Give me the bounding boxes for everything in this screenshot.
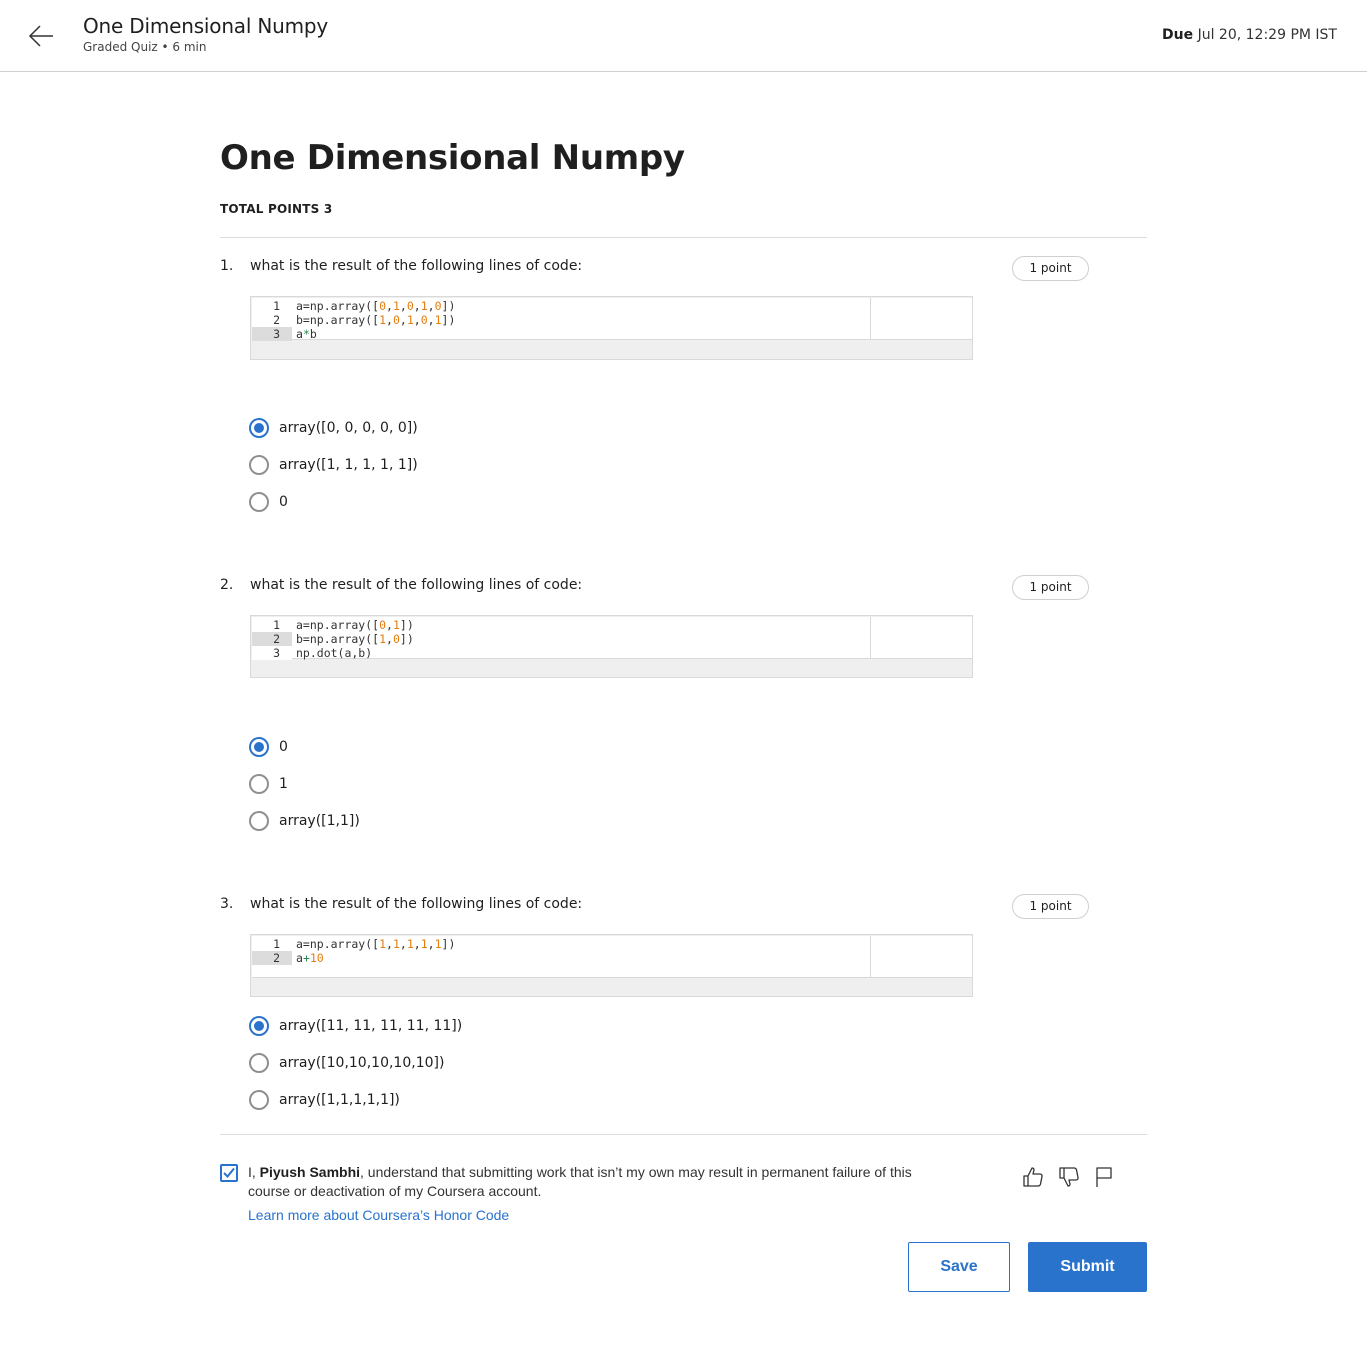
line-number: 1 bbox=[252, 937, 292, 951]
code-output-panel bbox=[871, 617, 972, 659]
radio-button[interactable] bbox=[249, 774, 269, 794]
answer-option[interactable]: array([10,10,10,10,10]) bbox=[249, 1052, 444, 1074]
code-block: 1 a=np.array([1,1,1,1,1]) 2 a+10 bbox=[250, 934, 973, 997]
line-number: 2 bbox=[252, 632, 292, 646]
question-number: 2. bbox=[220, 577, 234, 593]
code-line: 3 np.dot(a,b) bbox=[252, 646, 870, 660]
answer-option[interactable]: array([1,1]) bbox=[249, 810, 360, 832]
divider bbox=[220, 237, 1147, 238]
option-label: array([10,10,10,10,10]) bbox=[279, 1055, 445, 1071]
radio-button[interactable] bbox=[249, 418, 269, 438]
code-text: a=np.array([1,1,1,1,1]) bbox=[296, 937, 456, 951]
code-text: a*b bbox=[296, 327, 317, 341]
answer-option[interactable]: array([11, 11, 11, 11, 11]) bbox=[249, 1015, 462, 1037]
thumbs-up-icon[interactable] bbox=[1021, 1165, 1045, 1189]
total-points: TOTAL POINTS 3 bbox=[220, 202, 333, 216]
code-output-panel bbox=[871, 936, 972, 978]
code-block: 1 a=np.array([0,1]) 2 b=np.array([1,0]) 3n… bbox=[250, 615, 973, 678]
header-subtitle: Graded Quiz • 6 min bbox=[83, 40, 207, 54]
code-line: 1 a=np.array([0,1,0,1,0]) bbox=[252, 299, 870, 313]
option-label: array([11, 11, 11, 11, 11]) bbox=[279, 1018, 463, 1034]
code-text: a=np.array([0,1,0,1,0]) bbox=[296, 299, 456, 313]
header-title: One Dimensional Numpy bbox=[83, 14, 329, 38]
back-arrow-icon[interactable] bbox=[26, 20, 58, 52]
points-badge: 1 point bbox=[1012, 575, 1089, 600]
radio-button[interactable] bbox=[249, 455, 269, 475]
code-text: b=np.array([1,0,1,0,1]) bbox=[296, 313, 456, 327]
points-badge: 1 point bbox=[1012, 256, 1089, 281]
answer-option[interactable]: 1 bbox=[249, 773, 288, 795]
code-editor[interactable]: 1 a=np.array([1,1,1,1,1]) 2 a+10 bbox=[252, 936, 871, 978]
code-block: 1 a=np.array([0,1,0,1,0]) 2 b=np.array([1,… bbox=[250, 296, 973, 360]
honor-code-statement: I, Piyush Sambhi, understand that submit… bbox=[248, 1163, 928, 1201]
code-text: a+10 bbox=[296, 951, 324, 965]
radio-button[interactable] bbox=[249, 492, 269, 512]
save-button[interactable]: Save bbox=[908, 1242, 1010, 1292]
code-output-panel bbox=[871, 298, 972, 340]
line-number: 2 bbox=[252, 951, 292, 965]
code-line: 2 b=np.array([1,0,1,0,1]) bbox=[252, 313, 870, 327]
page-title: One Dimensional Numpy bbox=[220, 138, 685, 178]
radio-button[interactable] bbox=[249, 1053, 269, 1073]
answer-option[interactable]: array([0, 0, 0, 0, 0]) bbox=[249, 417, 418, 439]
question-prompt: what is the result of the following line… bbox=[250, 577, 583, 593]
thumbs-down-icon[interactable] bbox=[1057, 1165, 1081, 1189]
option-label: array([1,1,1,1,1]) bbox=[279, 1092, 400, 1108]
question-prompt: what is the result of the following line… bbox=[250, 258, 583, 274]
line-number: 2 bbox=[252, 313, 292, 327]
line-number: 1 bbox=[252, 618, 292, 632]
flag-icon[interactable] bbox=[1092, 1165, 1116, 1189]
answer-option[interactable]: array([1,1,1,1,1]) bbox=[249, 1089, 400, 1111]
learner-name: Piyush Sambhi bbox=[259, 1164, 361, 1180]
option-label: 0 bbox=[279, 739, 288, 755]
line-number: 3 bbox=[252, 646, 292, 660]
top-bar: One Dimensional Numpy Graded Quiz • 6 mi… bbox=[0, 0, 1367, 72]
radio-button[interactable] bbox=[249, 1016, 269, 1036]
code-line: 1 a=np.array([0,1]) bbox=[252, 618, 870, 632]
answer-option[interactable]: array([1, 1, 1, 1, 1]) bbox=[249, 454, 418, 476]
code-line: 2 b=np.array([1,0]) bbox=[252, 632, 870, 646]
code-text: a=np.array([0,1]) bbox=[296, 618, 414, 632]
radio-button[interactable] bbox=[249, 1090, 269, 1110]
points-badge: 1 point bbox=[1012, 894, 1089, 919]
honor-prefix: I, bbox=[248, 1164, 260, 1180]
option-label: 1 bbox=[279, 776, 288, 792]
line-number: 1 bbox=[252, 299, 292, 313]
question-number: 1. bbox=[220, 258, 234, 274]
answer-option[interactable]: 0 bbox=[249, 736, 288, 758]
code-line: 1 a=np.array([1,1,1,1,1]) bbox=[252, 937, 870, 951]
code-editor[interactable]: 1 a=np.array([0,1,0,1,0]) 2 b=np.array([1,… bbox=[252, 298, 871, 341]
due-date: Due Jul 20, 12:29 PM IST bbox=[1162, 27, 1337, 43]
line-number: 3 bbox=[252, 327, 292, 341]
checkmark-icon bbox=[223, 1167, 235, 1178]
code-line: 3 a*b bbox=[252, 327, 870, 341]
radio-button[interactable] bbox=[249, 811, 269, 831]
due-value: Jul 20, 12:29 PM IST bbox=[1197, 27, 1337, 43]
code-line: 2 a+10 bbox=[252, 951, 870, 965]
answer-option[interactable]: 0 bbox=[249, 491, 288, 513]
code-editor[interactable]: 1 a=np.array([0,1]) 2 b=np.array([1,0]) 3n… bbox=[252, 617, 871, 660]
honor-code-checkbox[interactable] bbox=[220, 1164, 238, 1182]
option-label: 0 bbox=[279, 494, 288, 510]
radio-button[interactable] bbox=[249, 737, 269, 757]
option-label: array([1, 1, 1, 1, 1]) bbox=[279, 457, 418, 473]
submit-button[interactable]: Submit bbox=[1028, 1242, 1147, 1292]
option-label: array([0, 0, 0, 0, 0]) bbox=[279, 420, 418, 436]
code-text: np.dot(a,b) bbox=[296, 646, 373, 660]
due-label: Due bbox=[1162, 27, 1194, 43]
divider bbox=[220, 1134, 1147, 1135]
honor-code-link[interactable]: Learn more about Coursera’s Honor Code bbox=[248, 1207, 509, 1223]
code-text: b=np.array([1,0]) bbox=[296, 632, 414, 646]
question-number: 3. bbox=[220, 896, 234, 912]
option-label: array([1,1]) bbox=[279, 813, 360, 829]
question-prompt: what is the result of the following line… bbox=[250, 896, 583, 912]
